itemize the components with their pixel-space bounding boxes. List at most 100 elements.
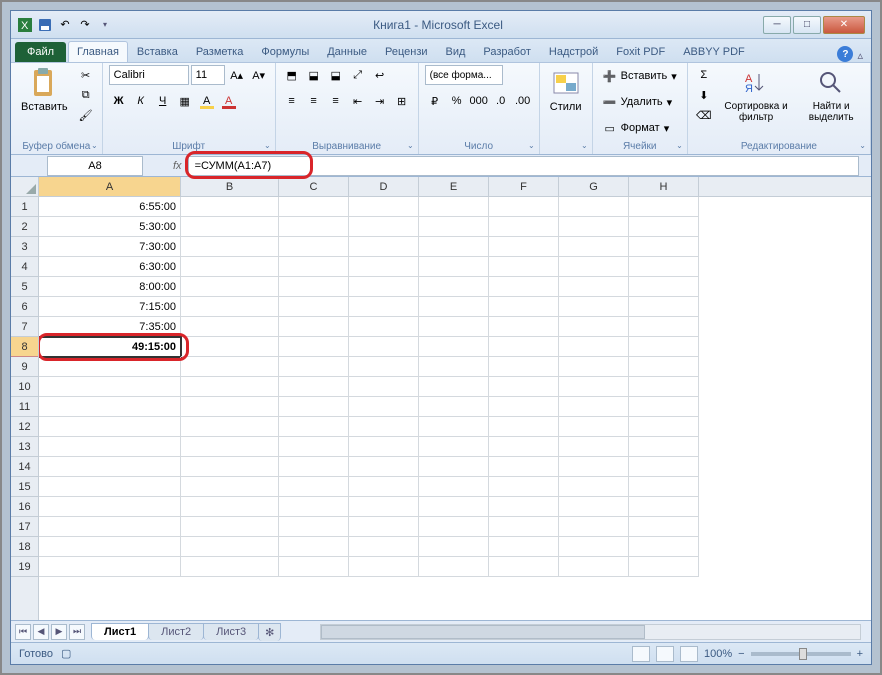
cell-H11[interactable] [629,397,699,417]
cell-G1[interactable] [559,197,629,217]
cell-G19[interactable] [559,557,629,577]
cell-E5[interactable] [419,277,489,297]
increase-indent-icon[interactable]: ⇥ [370,91,390,111]
cell-B4[interactable] [181,257,279,277]
align-left-icon[interactable]: ≡ [282,91,302,111]
align-bottom-icon[interactable]: ⬓ [326,65,346,85]
cell-F6[interactable] [489,297,559,317]
cell-C19[interactable] [279,557,349,577]
cell-F12[interactable] [489,417,559,437]
cell-E3[interactable] [419,237,489,257]
cell-C7[interactable] [279,317,349,337]
cell-B16[interactable] [181,497,279,517]
zoom-in-icon[interactable]: + [857,648,863,660]
cell-B15[interactable] [181,477,279,497]
sheet-tab-1[interactable]: Лист1 [91,623,149,640]
cell-E1[interactable] [419,197,489,217]
cell-D6[interactable] [349,297,419,317]
fill-icon[interactable]: ⬇ [694,85,714,105]
cell-D7[interactable] [349,317,419,337]
hscroll-thumb[interactable] [321,625,644,639]
row-header-7[interactable]: 7 [11,317,38,337]
cell-D13[interactable] [349,437,419,457]
cell-A10[interactable] [39,377,181,397]
file-tab[interactable]: Файл [15,42,66,62]
cell-D16[interactable] [349,497,419,517]
font-size-select[interactable]: 11 [191,65,225,85]
cell-E17[interactable] [419,517,489,537]
qat-dropdown-icon[interactable]: ▾ [97,17,113,33]
align-center-icon[interactable]: ≡ [304,91,324,111]
cell-H16[interactable] [629,497,699,517]
sort-filter-button[interactable]: AЯ Сортировка и фильтр [718,65,794,125]
styles-button[interactable]: Стили [546,65,586,115]
row-header-13[interactable]: 13 [11,437,38,457]
row-header-12[interactable]: 12 [11,417,38,437]
zoom-out-icon[interactable]: − [738,648,744,660]
cell-A2[interactable]: 5:30:00 [39,217,181,237]
cell-E12[interactable] [419,417,489,437]
cell-C11[interactable] [279,397,349,417]
tab-addins[interactable]: Надстрой [540,41,607,62]
decrease-font-icon[interactable]: A▾ [249,65,269,85]
align-top-icon[interactable]: ⬒ [282,65,302,85]
cell-C4[interactable] [279,257,349,277]
clear-icon[interactable]: ⌫ [694,105,714,125]
zoom-slider[interactable] [751,652,851,656]
percent-icon[interactable]: % [447,91,467,111]
format-painter-icon[interactable]: 🖌 [76,105,96,125]
cell-A14[interactable] [39,457,181,477]
cell-G14[interactable] [559,457,629,477]
tab-view[interactable]: Вид [437,41,475,62]
cell-E8[interactable] [419,337,489,357]
cell-H2[interactable] [629,217,699,237]
cell-E18[interactable] [419,537,489,557]
zoom-thumb[interactable] [799,648,807,660]
tab-formulas[interactable]: Формулы [252,41,318,62]
cell-C3[interactable] [279,237,349,257]
paste-button[interactable]: Вставить [17,65,72,115]
cell-B2[interactable] [181,217,279,237]
cell-H1[interactable] [629,197,699,217]
cell-B11[interactable] [181,397,279,417]
row-header-10[interactable]: 10 [11,377,38,397]
cell-C14[interactable] [279,457,349,477]
format-cells-button[interactable]: ▭Формат ▾ [599,117,674,139]
ribbon-minimize-icon[interactable]: ▵ [857,49,863,62]
tab-insert[interactable]: Вставка [128,41,187,62]
cell-A19[interactable] [39,557,181,577]
cell-D8[interactable] [349,337,419,357]
column-header-F[interactable]: F [489,177,559,196]
tab-data[interactable]: Данные [318,41,376,62]
cell-B10[interactable] [181,377,279,397]
cell-H15[interactable] [629,477,699,497]
font-name-select[interactable]: Calibri [109,65,189,85]
help-icon[interactable]: ? [837,46,853,62]
cell-G17[interactable] [559,517,629,537]
cell-E14[interactable] [419,457,489,477]
font-color-icon[interactable]: A [219,91,239,111]
cell-A11[interactable] [39,397,181,417]
cell-B8[interactable] [181,337,279,357]
column-header-G[interactable]: G [559,177,629,196]
cells-area[interactable]: 6:55:005:30:007:30:006:30:008:00:007:15:… [39,197,871,577]
cell-D4[interactable] [349,257,419,277]
cell-C10[interactable] [279,377,349,397]
increase-decimal-icon[interactable]: .0 [491,91,511,111]
redo-icon[interactable]: ↷ [77,17,93,33]
cell-E15[interactable] [419,477,489,497]
cell-H10[interactable] [629,377,699,397]
cell-B19[interactable] [181,557,279,577]
underline-icon[interactable]: Ч [153,91,173,111]
cell-C15[interactable] [279,477,349,497]
tab-developer[interactable]: Разработ [474,41,539,62]
close-button[interactable]: ✕ [823,16,865,34]
tab-layout[interactable]: Разметка [187,41,253,62]
cell-C5[interactable] [279,277,349,297]
new-sheet-icon[interactable]: ✻ [258,623,281,641]
row-header-11[interactable]: 11 [11,397,38,417]
cell-B5[interactable] [181,277,279,297]
row-header-1[interactable]: 1 [11,197,38,217]
tab-review[interactable]: Рецензи [376,41,437,62]
border-icon[interactable]: ▦ [175,91,195,111]
